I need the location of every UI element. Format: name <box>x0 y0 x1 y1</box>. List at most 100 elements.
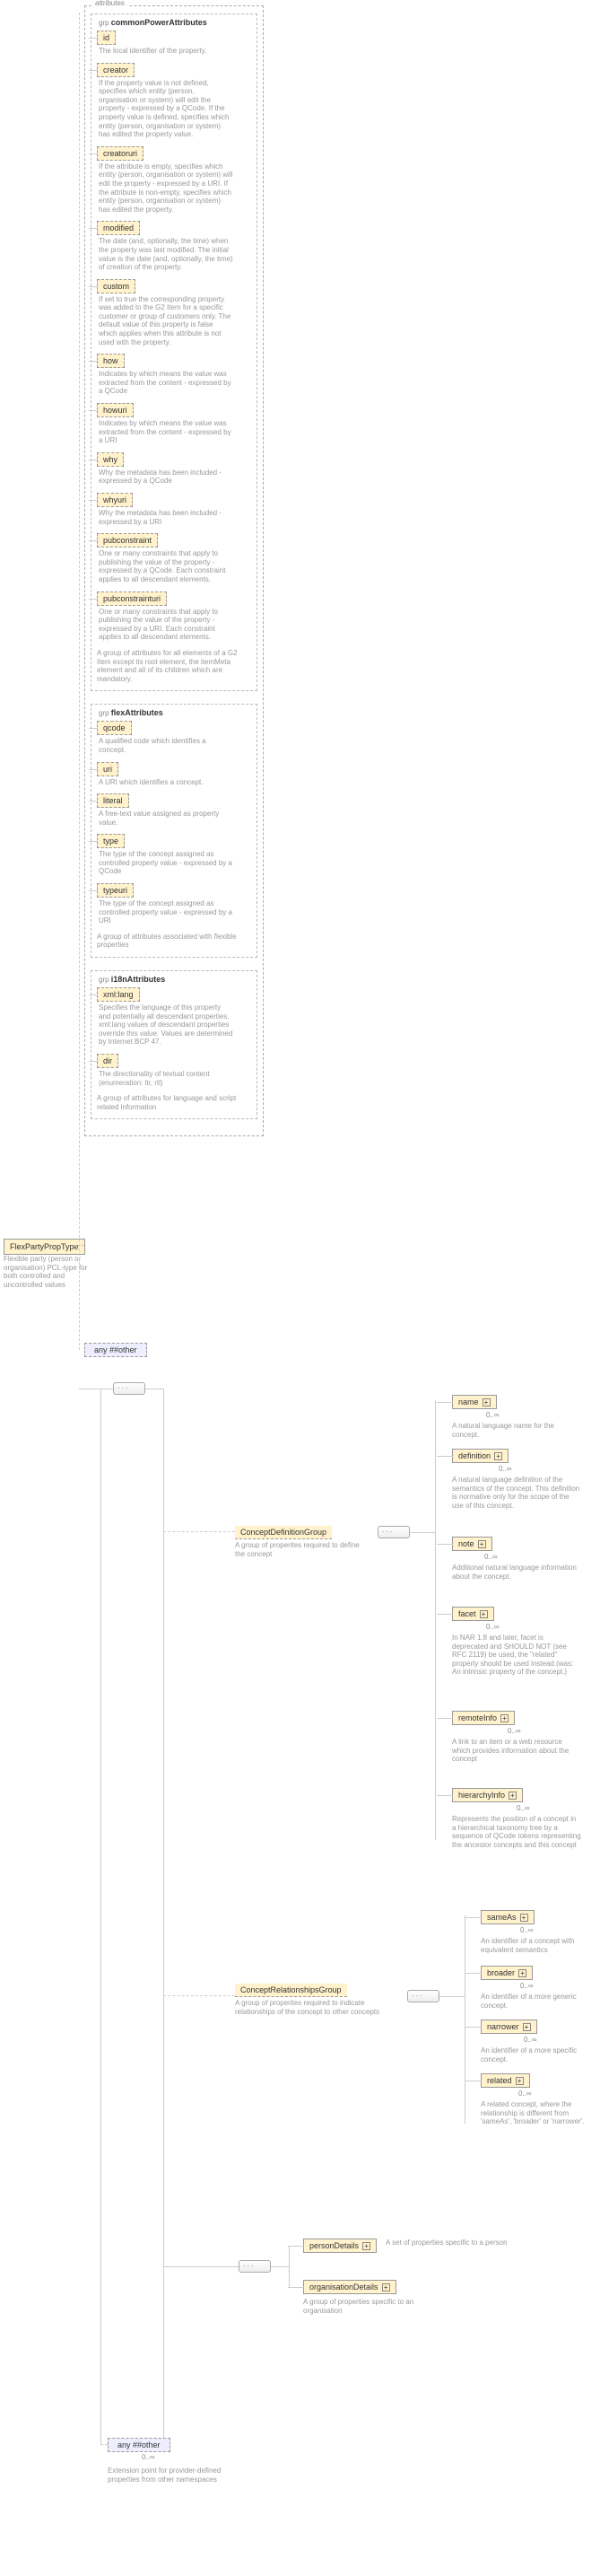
attr-desc: A qualified code which identifies a conc… <box>99 737 233 754</box>
attr-whyuri: whyuri <box>97 493 133 507</box>
group-desc: A group of attributes for language and s… <box>97 1094 251 1111</box>
attr-uri: uri <box>97 762 118 776</box>
attr-typeuri: typeuri <box>97 883 134 898</box>
element-note: note+ <box>452 1537 492 1551</box>
crg-desc: A group of properites required to indica… <box>235 1999 387 2016</box>
occurrence: 0..∞ <box>142 2453 155 2461</box>
attr-how: how <box>97 354 125 368</box>
group-desc: A group of attributes associated with fl… <box>97 933 251 950</box>
expand-icon[interactable]: + <box>362 2242 370 2250</box>
attr-row: how Indicates by which means the value wa… <box>97 354 251 396</box>
sequence-icon <box>407 1990 439 2002</box>
attr-desc: The type of the concept assigned as cont… <box>99 899 233 925</box>
attr-row: id The local identifier of the property. <box>97 31 251 56</box>
occurrence: 0..∞ <box>520 1926 534 1934</box>
element-definition: definition+ <box>452 1449 509 1463</box>
expand-icon[interactable]: + <box>478 1540 486 1548</box>
attr-row: literalA free-text value assigned as pro… <box>97 793 251 827</box>
occurrence: 0..∞ <box>486 1411 500 1419</box>
attr-row: whyWhy the metadata has been included - … <box>97 452 251 486</box>
element-related: related+ <box>481 2073 530 2088</box>
element-desc: A natural language name for the concept. <box>452 1422 581 1439</box>
any-other-attr: any ##other <box>84 1343 147 1357</box>
concept-definition-group: ConceptDefinitionGroup A group of proper… <box>235 1526 361 1558</box>
attr-pubconstrainturi: pubconstrainturi <box>97 591 167 606</box>
attr-row: typeuriThe type of the concept assigned … <box>97 883 251 925</box>
attr-desc: The type of the concept assigned as cont… <box>99 850 233 876</box>
attributes-tab-label: attributes <box>92 0 127 7</box>
occurrence: 0..∞ <box>517 1804 530 1812</box>
attr-row: customIf set to true the corresponding p… <box>97 279 251 347</box>
attr-desc: A free-text value assigned as property v… <box>99 810 233 827</box>
attr-row: uri A URI which identifies a concept. <box>97 762 251 787</box>
group-i18n-attributes: grp i18nAttributes xml:langSpecifies the… <box>91 970 257 1119</box>
extension-desc: Extension point for provider-defined pro… <box>108 2466 233 2484</box>
element-name: name+ <box>452 1395 497 1409</box>
attr-row: creatoruriIf the attribute is empty, spe… <box>97 146 251 215</box>
expand-icon[interactable]: + <box>509 1792 517 1800</box>
attr-desc: The local identifier of the property. <box>99 47 233 56</box>
choice-icon <box>239 2260 271 2273</box>
attr-desc: If the attribute is empty, specifies whi… <box>99 162 233 215</box>
occurrence: 0..∞ <box>486 1623 500 1631</box>
expand-icon[interactable]: + <box>480 1610 488 1618</box>
attr-dir: dir <box>97 1054 118 1068</box>
expand-icon[interactable]: + <box>520 1914 528 1922</box>
element-desc: A set of properties specific to a person <box>386 2239 511 2247</box>
attr-row: xml:langSpecifies the language of this p… <box>97 987 251 1047</box>
expand-icon[interactable]: + <box>516 2077 524 2085</box>
element-desc: A natural language definition of the sem… <box>452 1476 581 1510</box>
attr-desc: A URI which identifies a concept. <box>99 778 233 787</box>
attr-desc: If set to true the corresponding propert… <box>99 295 233 347</box>
cdg-desc: A group of properites required to define… <box>235 1541 361 1558</box>
attr-row: typeThe type of the concept assigned as … <box>97 834 251 876</box>
attr-xmllang: xml:lang <box>97 987 140 1002</box>
group-desc: A group of attributes for all elements o… <box>97 649 251 683</box>
element-persondetails: personDetails+ <box>303 2239 377 2253</box>
element-desc: A group of properties specific to an org… <box>303 2298 447 2315</box>
element-sameas: sameAs+ <box>481 1910 535 1924</box>
attr-qcode: qcode <box>97 721 132 735</box>
attr-custom: custom <box>97 279 135 294</box>
attr-desc: Why the metadata has been included - exp… <box>99 509 233 526</box>
occurrence: 0..∞ <box>520 1982 534 1990</box>
occurrence: 0..∞ <box>524 2036 537 2044</box>
group-flex-attributes: grp flexAttributes qcode A qualified code… <box>91 704 257 958</box>
attr-row: pubconstraintOne or many constraints tha… <box>97 533 251 583</box>
attr-modified: modified <box>97 221 140 235</box>
element-desc: An identifier of a more generic concept. <box>481 1993 588 2010</box>
element-desc: A related concept, where the relationshi… <box>481 2100 597 2126</box>
attr-pubconstraint: pubconstraint <box>97 533 158 548</box>
occurrence: 0..∞ <box>484 1553 498 1561</box>
occurrence: 0..∞ <box>518 2090 532 2098</box>
element-hierarchyinfo: hierarchyInfo+ <box>452 1788 523 1802</box>
element-broader: broader+ <box>481 1966 533 1980</box>
expand-icon[interactable]: + <box>518 1969 526 1977</box>
occurrence: 0..∞ <box>508 1727 521 1735</box>
expand-icon[interactable]: + <box>382 2283 390 2291</box>
attr-desc: Indicates by which means the value was e… <box>99 370 233 396</box>
element-desc: Additional natural language information … <box>452 1564 581 1581</box>
attr-desc: The date (and, optionally, the time) whe… <box>99 237 233 271</box>
expand-icon[interactable]: + <box>483 1398 491 1406</box>
expand-icon[interactable]: + <box>500 1714 509 1722</box>
element-desc: An identifier of a concept with equivale… <box>481 1937 588 1954</box>
element-narrower: narrower+ <box>481 2020 537 2034</box>
group-label: grp commonPowerAttributes <box>99 18 207 27</box>
attr-row: whyuri Why the metadata has been included… <box>97 493 251 526</box>
attr-row: modified The date (and, optionally, the t… <box>97 221 251 271</box>
element-organisationdetails: organisationDetails+ <box>303 2280 396 2294</box>
attr-desc: One or many constraints that apply to pu… <box>99 549 233 583</box>
element-facet: facet+ <box>452 1607 494 1621</box>
attr-creatoruri: creatoruri <box>97 146 143 161</box>
crg-title: ConceptRelationshipsGroup <box>235 1984 347 1997</box>
attr-row: dirThe directionality of textual content… <box>97 1054 251 1087</box>
element-desc: In NAR 1.8 and later, facet is deprecate… <box>452 1634 581 1677</box>
occurrence: 0..∞ <box>499 1465 512 1473</box>
group-label: grp flexAttributes <box>99 708 163 717</box>
attr-id: id <box>97 31 116 45</box>
attr-row: howuriIndicates by which means the value… <box>97 403 251 445</box>
attr-why: why <box>97 452 124 467</box>
expand-icon[interactable]: + <box>523 2023 531 2031</box>
expand-icon[interactable]: + <box>494 1452 502 1460</box>
